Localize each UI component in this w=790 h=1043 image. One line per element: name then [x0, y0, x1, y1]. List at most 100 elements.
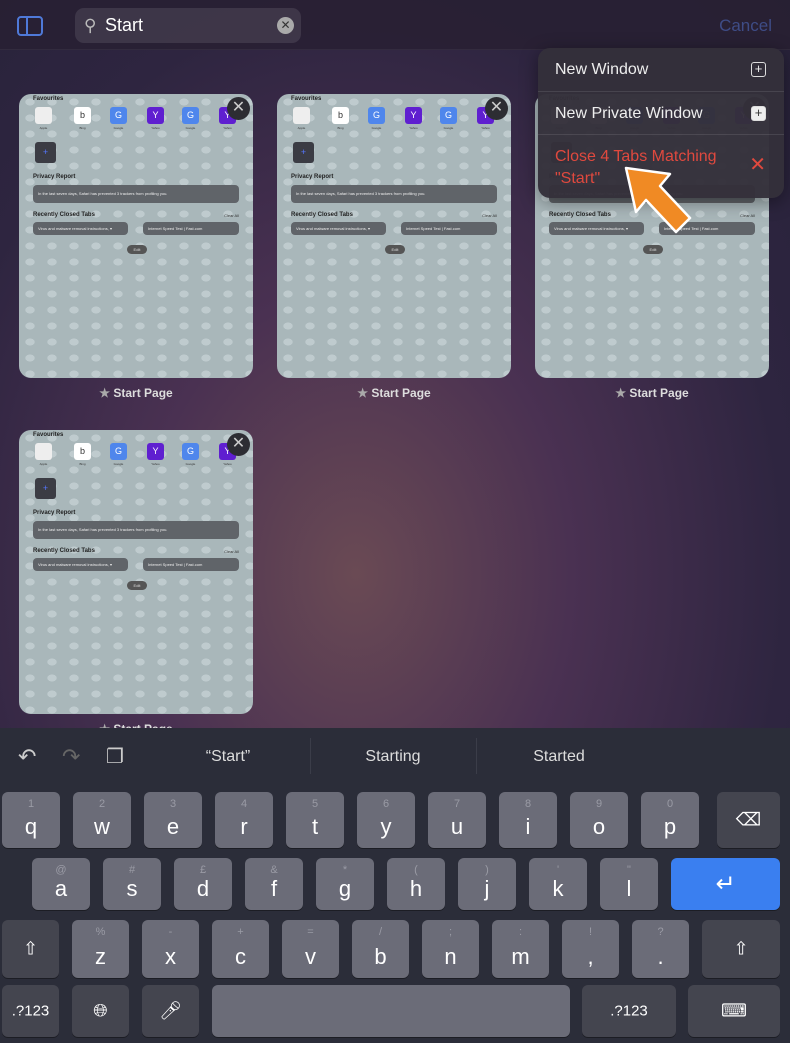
search-field[interactable]: ⚲ ✕ — [75, 8, 301, 43]
key-f[interactable]: & f — [245, 858, 303, 910]
favourite-icon: G — [368, 107, 385, 124]
key-primary: h — [409, 876, 423, 901]
key-secondary: + — [237, 926, 244, 938]
key-secondary: ' — [556, 864, 560, 876]
key-i[interactable]: 8i — [499, 792, 557, 848]
tab-title[interactable]: ★ Start Page — [19, 386, 253, 400]
menu-item-new-window[interactable]: New Window + — [538, 48, 784, 92]
key-d[interactable]: £ d — [174, 858, 232, 910]
tab-title[interactable]: ★ Start Page — [277, 386, 511, 400]
redo-icon[interactable]: ↷ — [62, 744, 80, 770]
search-input[interactable] — [105, 13, 265, 38]
favourite-label: Apple — [39, 126, 48, 130]
key-o[interactable]: 9o — [570, 792, 628, 848]
key-t[interactable]: 5t — [286, 792, 344, 848]
key-secondary: * — [342, 864, 348, 876]
paste-icon[interactable]: ❐ — [106, 744, 124, 769]
key-,[interactable]: !, — [562, 920, 619, 978]
shift-key-right[interactable]: ⇧ — [702, 920, 780, 978]
key-g[interactable]: * g — [316, 858, 374, 910]
key-secondary: " — [627, 864, 631, 876]
key-m[interactable]: :m — [492, 920, 549, 978]
key-secondary: 9 — [595, 798, 603, 810]
favourite-icon: b — [74, 443, 91, 460]
space-key[interactable] — [212, 985, 570, 1037]
key-n[interactable]: ; n — [422, 920, 479, 978]
key-h[interactable]: (h — [387, 858, 445, 910]
key-r[interactable]: 4r — [215, 792, 273, 848]
tab-title[interactable]: ★ Start Page — [535, 386, 769, 400]
add-favourite-icon: + — [293, 142, 314, 163]
key-v[interactable]: = v — [282, 920, 339, 978]
suggestion-3[interactable]: Started — [489, 748, 629, 766]
tab-title-text: Start Page — [113, 386, 173, 400]
key-primary: j — [484, 876, 490, 901]
key-secondary: £ — [199, 864, 207, 876]
key-j[interactable]: ) j — [458, 858, 516, 910]
cancel-button[interactable]: Cancel — [719, 16, 772, 36]
key-primary: m — [511, 944, 530, 969]
hide-keyboard-key[interactable]: ⌨ — [688, 985, 780, 1037]
tab-card[interactable]: Favourites Apple b Bing G Google Y Yahoo G Google… — [277, 94, 511, 378]
key-secondary: @ — [55, 864, 67, 876]
dictation-key[interactable]: 🎤︎ — [142, 985, 199, 1037]
suggestion-2[interactable]: Starting — [323, 748, 463, 766]
globe-key[interactable]: 🌐︎ — [72, 985, 129, 1037]
favourite-label: Bing — [79, 126, 86, 130]
tab-card[interactable]: Favourites Apple b Bing G Google Y Yahoo G Google… — [19, 94, 253, 378]
key-secondary: 5 — [311, 798, 319, 810]
edit-button: Edit — [127, 581, 147, 590]
recent-tab: Virus and malware removal instructions, … — [291, 222, 386, 235]
key-secondary: / — [378, 926, 383, 938]
key-primary: i — [525, 814, 531, 839]
key-.[interactable]: ?. — [632, 920, 689, 978]
delete-key[interactable]: ⌫ — [717, 792, 780, 848]
key-primary: e — [166, 814, 180, 839]
favourite-label: Google — [443, 126, 454, 130]
key-y[interactable]: 6y — [357, 792, 415, 848]
favourite-icon: G — [182, 107, 199, 124]
key-b[interactable]: / b — [352, 920, 409, 978]
key-k[interactable]: ' k — [529, 858, 587, 910]
key-primary: a — [54, 876, 68, 901]
key-x[interactable]: -x — [142, 920, 199, 978]
key-primary: , — [587, 944, 594, 969]
key-secondary: = — [307, 926, 314, 938]
close-tab-icon[interactable]: ✕ — [227, 97, 250, 120]
favourites-heading: Favourites — [33, 96, 64, 102]
favourite-label: Yahoo — [223, 126, 232, 130]
clear-all: Clear All — [482, 213, 497, 218]
sidebar-toggle-icon[interactable] — [17, 16, 43, 36]
key-u[interactable]: 7u — [428, 792, 486, 848]
numbers-key-right[interactable]: .?123 — [582, 985, 676, 1037]
key-p[interactable]: 0p — [641, 792, 699, 848]
shortcut-bar: ↶ ↷ ❐ “Start” Starting Started — [0, 728, 790, 786]
key-l[interactable]: " l — [600, 858, 658, 910]
key-e[interactable]: 3e — [144, 792, 202, 848]
key-z[interactable]: % z — [72, 920, 129, 978]
key-q[interactable]: 1q — [2, 792, 60, 848]
suggestion-1[interactable]: “Start” — [158, 748, 298, 766]
key-secondary: - — [168, 926, 173, 938]
divider — [310, 738, 311, 774]
key-c[interactable]: + c — [212, 920, 269, 978]
key-s[interactable]: # s — [103, 858, 161, 910]
key-w[interactable]: 2w — [73, 792, 131, 848]
close-tab-icon[interactable]: ✕ — [485, 97, 508, 120]
key-label: .?123 — [610, 1002, 648, 1020]
numbers-key-left[interactable]: .?123 — [2, 985, 59, 1037]
key-a[interactable]: @ a — [32, 858, 90, 910]
clear-search-icon[interactable]: ✕ — [277, 17, 294, 34]
key-secondary: 1 — [27, 798, 35, 810]
favourite-icon: b — [332, 107, 349, 124]
close-tab-icon[interactable]: ✕ — [227, 433, 250, 456]
menu-item-new-private-window[interactable]: New Private Window + — [538, 92, 784, 135]
tab-card[interactable]: Favourites Apple b Bing G Google Y Yahoo G Google… — [19, 430, 253, 714]
undo-icon[interactable]: ↶ — [18, 744, 36, 770]
key-secondary: 0 — [666, 798, 674, 810]
favourites-heading: Favourites — [33, 432, 64, 438]
shift-key-left[interactable]: ⇧ — [2, 920, 59, 978]
return-key[interactable]: ↵ — [671, 858, 780, 910]
favourites-heading: Favourites — [291, 96, 322, 102]
key-primary: s — [126, 876, 138, 901]
